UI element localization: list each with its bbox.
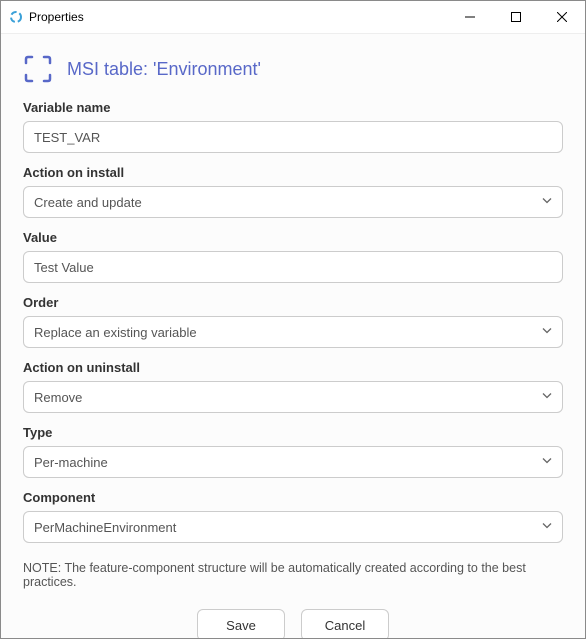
select-action-uninstall[interactable]: Remove	[23, 381, 563, 413]
properties-window: Properties MSI table: 'Environment'	[0, 0, 586, 639]
maximize-button[interactable]	[493, 1, 539, 33]
page-header: MSI table: 'Environment'	[23, 54, 563, 84]
field-component: Component PerMachineEnvironment	[23, 490, 563, 543]
client-area: MSI table: 'Environment' Variable name A…	[1, 33, 585, 638]
label-action-install: Action on install	[23, 165, 563, 180]
cancel-button[interactable]: Cancel	[301, 609, 389, 638]
button-row: Save Cancel	[23, 609, 563, 638]
select-action-install[interactable]: Create and update	[23, 186, 563, 218]
field-variable-name: Variable name	[23, 100, 563, 153]
select-component[interactable]: PerMachineEnvironment	[23, 511, 563, 543]
select-type-value: Per-machine	[34, 455, 108, 470]
page-title: MSI table: 'Environment'	[67, 59, 261, 80]
label-variable-name: Variable name	[23, 100, 563, 115]
save-button[interactable]: Save	[197, 609, 285, 638]
label-action-uninstall: Action on uninstall	[23, 360, 563, 375]
label-component: Component	[23, 490, 563, 505]
field-order: Order Replace an existing variable	[23, 295, 563, 348]
field-value: Value	[23, 230, 563, 283]
field-action-install: Action on install Create and update	[23, 165, 563, 218]
titlebar: Properties	[1, 1, 585, 33]
input-variable-name[interactable]	[23, 121, 563, 153]
select-component-value: PerMachineEnvironment	[34, 520, 176, 535]
select-action-uninstall-value: Remove	[34, 390, 82, 405]
note-text: NOTE: The feature-component structure wi…	[23, 561, 563, 589]
label-value: Value	[23, 230, 563, 245]
minimize-button[interactable]	[447, 1, 493, 33]
label-order: Order	[23, 295, 563, 310]
brackets-icon	[23, 54, 53, 84]
select-action-install-value: Create and update	[34, 195, 142, 210]
select-order[interactable]: Replace an existing variable	[23, 316, 563, 348]
select-order-value: Replace an existing variable	[34, 325, 197, 340]
field-action-uninstall: Action on uninstall Remove	[23, 360, 563, 413]
label-type: Type	[23, 425, 563, 440]
input-value[interactable]	[23, 251, 563, 283]
close-button[interactable]	[539, 1, 585, 33]
field-type: Type Per-machine	[23, 425, 563, 478]
select-type[interactable]: Per-machine	[23, 446, 563, 478]
window-title: Properties	[29, 10, 84, 24]
app-icon	[9, 10, 23, 24]
